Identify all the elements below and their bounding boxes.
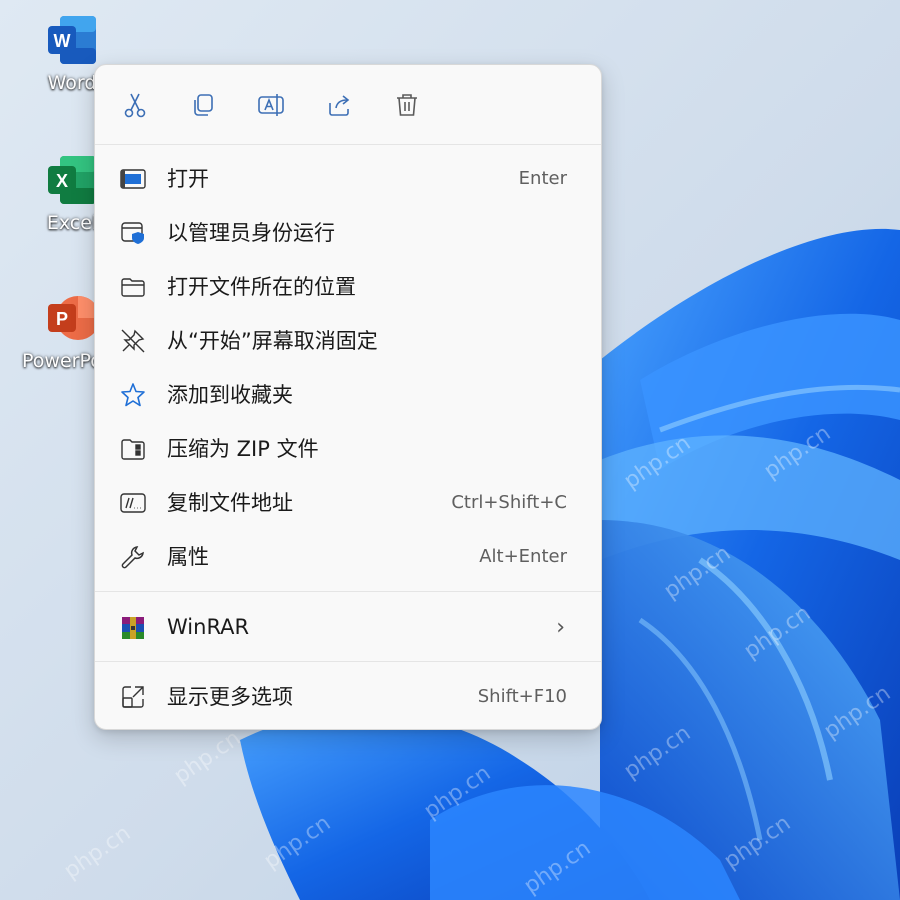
cut-button[interactable] xyxy=(117,87,153,123)
menu-item-label: 压缩为 ZIP 文件 xyxy=(167,437,319,461)
copy-icon xyxy=(194,94,213,116)
menu-item-show-more-options[interactable]: 显示更多选项 Shift+F10 xyxy=(103,671,593,721)
menu-item-unpin-from-start[interactable]: 从“开始”屏幕取消固定 xyxy=(103,315,593,365)
run-as-admin-icon xyxy=(119,219,147,247)
delete-button[interactable] xyxy=(389,87,425,123)
menu-item-label: 属性 xyxy=(167,545,209,569)
menu-item-label: 从“开始”屏幕取消固定 xyxy=(167,329,378,353)
excel-icon: X xyxy=(44,152,100,208)
menu-item-label: 打开 xyxy=(167,167,209,191)
winrar-icon xyxy=(119,614,147,642)
copy-button[interactable] xyxy=(185,87,221,123)
word-icon: W xyxy=(44,12,100,68)
menu-item-properties[interactable]: 属性 Alt+Enter xyxy=(103,531,593,581)
menu-item-shortcut: Enter xyxy=(518,167,567,189)
unpin-icon xyxy=(119,327,147,355)
rename-button[interactable] xyxy=(253,87,289,123)
rename-icon xyxy=(258,94,284,116)
menu-item-shortcut: Alt+Enter xyxy=(479,545,567,567)
menu-item-label: 以管理员身份运行 xyxy=(167,221,335,245)
menu-item-label: 显示更多选项 xyxy=(167,685,293,709)
chevron-right-icon: › xyxy=(556,614,565,640)
menu-separator xyxy=(95,591,601,592)
star-icon xyxy=(119,381,147,409)
menu-item-compress-zip[interactable]: 压缩为 ZIP 文件 xyxy=(103,423,593,473)
context-menu: 打开 Enter 以管理员身份运行 打开文件所在的位置 从“开始”屏幕取消固定 … xyxy=(94,64,602,730)
menu-item-shortcut: Shift+F10 xyxy=(477,685,567,707)
svg-text:P: P xyxy=(56,309,68,329)
menu-item-run-as-admin[interactable]: 以管理员身份运行 xyxy=(103,207,593,257)
menu-item-label: WinRAR xyxy=(167,615,250,639)
menu-item-add-to-favorites[interactable]: 添加到收藏夹 xyxy=(103,369,593,419)
svg-text:X: X xyxy=(56,171,68,191)
copy-path-icon xyxy=(119,489,147,517)
menu-separator xyxy=(95,144,601,145)
menu-item-winrar[interactable]: WinRAR › xyxy=(103,602,593,652)
menu-item-shortcut: Ctrl+Shift+C xyxy=(451,491,567,513)
menu-separator xyxy=(95,661,601,662)
zip-icon xyxy=(119,435,147,463)
more-options-icon xyxy=(119,683,147,711)
delete-icon xyxy=(397,94,417,116)
powerpoint-icon: P xyxy=(44,290,100,346)
share-button[interactable] xyxy=(321,87,357,123)
menu-item-open[interactable]: 打开 Enter xyxy=(103,153,593,203)
menu-item-label: 复制文件地址 xyxy=(167,491,293,515)
wrench-icon xyxy=(119,543,147,571)
open-icon xyxy=(119,165,147,193)
quick-actions-bar xyxy=(95,65,601,143)
svg-text:W: W xyxy=(54,31,71,51)
menu-item-open-file-location[interactable]: 打开文件所在的位置 xyxy=(103,261,593,311)
menu-item-label: 添加到收藏夹 xyxy=(167,383,293,407)
cut-icon xyxy=(124,93,146,118)
menu-item-copy-path[interactable]: 复制文件地址 Ctrl+Shift+C xyxy=(103,477,593,527)
folder-icon xyxy=(119,273,147,301)
menu-item-label: 打开文件所在的位置 xyxy=(167,275,356,299)
share-icon xyxy=(329,95,350,116)
